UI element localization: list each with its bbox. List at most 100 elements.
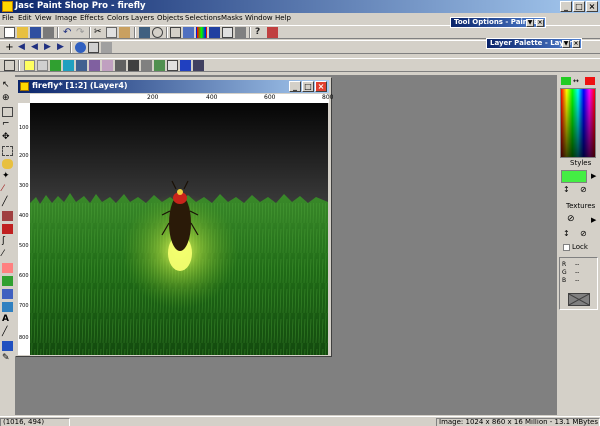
close-button[interactable]: × [586, 1, 598, 12]
effect-g-icon[interactable] [167, 60, 178, 71]
retouch-tool-icon[interactable]: ʃ [2, 237, 13, 247]
eraser-tool-icon[interactable] [2, 263, 13, 273]
move-tool-icon[interactable]: ✥ [2, 133, 13, 143]
menu-selections[interactable]: Selections [185, 14, 221, 22]
histogram-icon[interactable] [170, 27, 181, 38]
effect-b-icon[interactable] [102, 60, 113, 71]
crop-tool-icon[interactable]: ⌐ [2, 120, 13, 130]
maximize-button[interactable]: □ [573, 1, 585, 12]
blue-icon[interactable] [76, 60, 87, 71]
cut-icon[interactable]: ✂ [93, 27, 104, 38]
swap-colors-icon[interactable]: ↔ [573, 77, 579, 85]
help-icon[interactable]: ? [254, 27, 265, 38]
menu-image[interactable]: Image [55, 14, 77, 22]
globe-icon[interactable] [75, 42, 86, 53]
magic-wand-icon[interactable]: ✦ [2, 172, 13, 182]
palette-dropdown-icon[interactable]: ▼ [562, 40, 570, 48]
clone-brush-icon[interactable] [2, 211, 13, 221]
arrow-left-double-icon[interactable]: ◀ [30, 42, 41, 53]
image-minimize-button[interactable]: _ [289, 81, 301, 92]
draw-tool-icon[interactable]: ╱ [2, 328, 13, 338]
flood-fill-icon[interactable] [2, 302, 13, 312]
context-help-icon[interactable] [267, 27, 278, 38]
color-palette-icon[interactable] [196, 27, 207, 38]
swap-texture-icon[interactable]: ↕ [563, 229, 570, 238]
browse-icon[interactable] [152, 27, 163, 38]
background-color-swatch[interactable] [585, 77, 595, 85]
green-icon[interactable] [50, 60, 61, 71]
zoom-tool-icon[interactable]: ⊕ [2, 94, 13, 104]
text-tool-icon[interactable]: A [2, 315, 13, 325]
foreground-color-swatch[interactable] [561, 77, 571, 85]
airbrush-icon[interactable] [2, 289, 13, 299]
image-canvas[interactable] [30, 103, 328, 355]
paste-icon[interactable] [119, 27, 130, 38]
ruler-icon[interactable] [4, 60, 15, 71]
tool-options-palette[interactable]: Tool Options - Paint B ▼ × [450, 17, 546, 28]
effect-i-icon[interactable] [193, 60, 204, 71]
window-cascade-icon[interactable] [88, 42, 99, 53]
effect-e-icon[interactable] [141, 60, 152, 71]
script-icon[interactable] [235, 27, 246, 38]
menu-view[interactable]: View [35, 14, 52, 22]
grid-icon[interactable] [37, 60, 48, 71]
effect-f-icon[interactable] [154, 60, 165, 71]
palette-close-icon[interactable]: × [536, 19, 544, 27]
palette-dropdown-icon[interactable]: ▼ [526, 19, 534, 27]
preset-shape-icon[interactable] [2, 341, 13, 351]
menu-help[interactable]: Help [275, 14, 291, 22]
print-icon[interactable] [43, 27, 54, 38]
save-icon[interactable] [30, 27, 41, 38]
effect-d-icon[interactable] [128, 60, 139, 71]
picture-tube-icon[interactable] [2, 276, 13, 286]
cyan-icon[interactable] [63, 60, 74, 71]
effect-a-icon[interactable] [89, 60, 100, 71]
style-swatch[interactable] [561, 170, 587, 183]
palette-close-icon[interactable]: × [572, 40, 580, 48]
tool-options-icon[interactable] [222, 27, 233, 38]
selection-tool-icon[interactable] [2, 146, 13, 156]
lasso-tool-icon[interactable] [2, 159, 13, 169]
redo-icon[interactable]: ↷ [75, 27, 86, 38]
swap-style-icon[interactable]: ↕ [563, 185, 570, 194]
app-icon[interactable] [2, 1, 13, 12]
color-spectrum[interactable] [560, 88, 596, 158]
no-texture-icon[interactable]: ⊘ [567, 214, 575, 224]
texture-toggle-icon[interactable]: ⊘ [580, 229, 587, 238]
arrow-right-icon[interactable]: ▶ [43, 42, 54, 53]
arrow-tool-icon[interactable]: ↖ [2, 81, 13, 91]
copy-icon[interactable] [106, 27, 117, 38]
layers-icon[interactable] [183, 27, 194, 38]
menu-window[interactable]: Window [245, 14, 273, 22]
crosshair-icon[interactable]: + [4, 42, 15, 53]
no-style-icon[interactable]: ⊘ [580, 185, 587, 194]
texture-arrow-icon[interactable]: ▶ [591, 216, 596, 224]
effect-h-icon[interactable] [180, 60, 191, 71]
minimize-button[interactable]: _ [560, 1, 572, 12]
color-replacer-icon[interactable] [2, 224, 13, 234]
dropper-tool-icon[interactable]: ⁄ [2, 185, 13, 195]
overview-icon[interactable] [209, 27, 220, 38]
menu-edit[interactable]: Edit [18, 14, 32, 22]
lock-checkbox[interactable] [563, 244, 570, 251]
screen-icon[interactable] [139, 27, 150, 38]
image-close-button[interactable]: × [315, 81, 327, 92]
new-file-icon[interactable] [4, 27, 15, 38]
window-tile-icon[interactable] [101, 42, 112, 53]
menu-effects[interactable]: Effects [80, 14, 104, 22]
menu-masks[interactable]: Masks [221, 14, 243, 22]
undo-icon[interactable]: ↶ [62, 27, 73, 38]
menu-layers[interactable]: Layers [131, 14, 154, 22]
pen-tool-icon[interactable]: ✎ [2, 354, 13, 364]
open-folder-icon[interactable] [17, 27, 28, 38]
effect-c-icon[interactable] [115, 60, 126, 71]
menu-colors[interactable]: Colors [107, 14, 129, 22]
arrow-right-double-icon[interactable]: ▶ [56, 42, 67, 53]
paint-brush-icon[interactable]: ╱ [2, 198, 13, 208]
scratch-remover-icon[interactable]: ⁄ [2, 250, 13, 260]
deform-tool-icon[interactable] [2, 107, 13, 117]
image-maximize-button[interactable]: □ [302, 81, 314, 92]
style-arrow-icon[interactable]: ▶ [591, 172, 596, 180]
menu-file[interactable]: File [2, 14, 14, 22]
layer-palette[interactable]: Layer Palette - Layer ▼ × [486, 38, 582, 49]
